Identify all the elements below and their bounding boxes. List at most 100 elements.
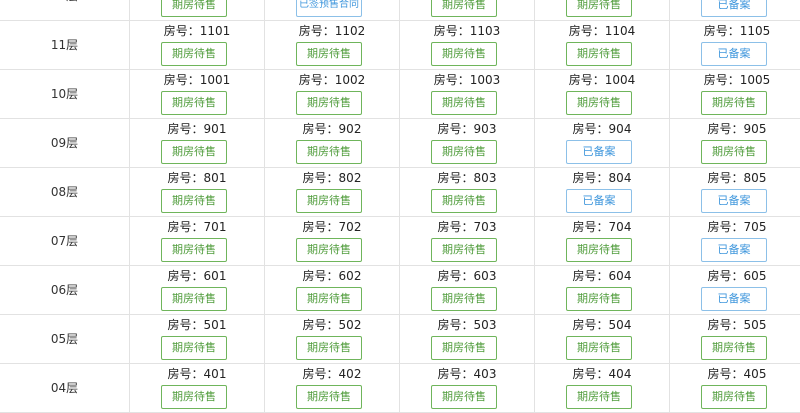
room-number-value: 1001: [199, 73, 231, 87]
status-button-presale[interactable]: 期房待售: [566, 385, 632, 409]
room-number-value: 802: [338, 171, 362, 185]
status-button-presale[interactable]: 期房待售: [431, 0, 497, 17]
room-number-prefix: 房号：: [302, 269, 339, 283]
room-cell: 房号：503 期房待售: [400, 315, 535, 363]
room-number-value: 801: [203, 171, 227, 185]
room-number-label: 房号：702: [265, 219, 399, 235]
room-number-label: 房号：405: [670, 366, 800, 382]
room-cell: 房号：702 期房待售: [265, 217, 400, 265]
room-number-prefix: 房号：: [302, 122, 339, 136]
status-button-presale[interactable]: 期房待售: [296, 287, 362, 311]
floor-row: 04层 房号：401 期房待售 房号：402 期房待售 房号：403 期房待售 房号：404 期…: [0, 364, 800, 413]
room-number-prefix: 房号：: [167, 122, 204, 136]
room-number-label: 房号：603: [400, 268, 534, 284]
status-button-filed[interactable]: 已备案: [701, 42, 767, 66]
status-button-presale[interactable]: 期房待售: [296, 385, 362, 409]
status-button-presale[interactable]: 期房待售: [566, 42, 632, 66]
room-number-value: 705: [743, 220, 767, 234]
room-cell: 期房待售: [535, 0, 670, 20]
status-button-presale[interactable]: 期房待售: [566, 336, 632, 360]
status-button-presale[interactable]: 期房待售: [431, 287, 497, 311]
room-cell: 房号：1101 期房待售: [130, 21, 265, 69]
floor-row: 07层 房号：701 期房待售 房号：702 期房待售 房号：703 期房待售 房号：704 期…: [0, 217, 800, 266]
room-number-value: 904: [608, 122, 632, 136]
status-button-presale[interactable]: 期房待售: [296, 189, 362, 213]
room-number-prefix: 房号：: [572, 122, 609, 136]
status-button-presale[interactable]: 期房待售: [566, 91, 632, 115]
status-button-presale[interactable]: 期房待售: [161, 91, 227, 115]
room-number-value: 704: [608, 220, 632, 234]
room-number-value: 605: [743, 269, 767, 283]
status-button-presale[interactable]: 期房待售: [296, 238, 362, 262]
floor-row: 11层 房号：1101 期房待售 房号：1102 期房待售 房号：1103 期房待售 房号：1…: [0, 21, 800, 70]
room-cell: 期房待售: [400, 0, 535, 20]
room-number-value: 1004: [604, 73, 636, 87]
status-button-presale[interactable]: 期房待售: [431, 385, 497, 409]
room-number-label: 房号：504: [535, 317, 669, 333]
status-button-presale[interactable]: 期房待售: [431, 189, 497, 213]
status-button-filed[interactable]: 已备案: [566, 140, 632, 164]
status-button-presale[interactable]: 期房待售: [431, 238, 497, 262]
room-number-value: 1102: [334, 24, 366, 38]
status-button-filed[interactable]: 已备案: [701, 189, 767, 213]
room-cell: 房号：605 已备案: [670, 266, 800, 314]
room-number-label: 房号：403: [400, 366, 534, 382]
status-button-presale[interactable]: 期房待售: [161, 336, 227, 360]
status-button-presale[interactable]: 期房待售: [161, 42, 227, 66]
status-button-presale[interactable]: 期房待售: [296, 91, 362, 115]
status-button-presale[interactable]: 期房待售: [701, 385, 767, 409]
room-number-prefix: 房号：: [437, 122, 474, 136]
status-button-presale[interactable]: 期房待售: [566, 0, 632, 17]
room-number-prefix: 房号：: [572, 269, 609, 283]
floor-label: 08层: [0, 168, 130, 216]
status-button-presale[interactable]: 期房待售: [566, 238, 632, 262]
room-number-label: 房号：1005: [670, 72, 800, 88]
room-number-value: 804: [608, 171, 632, 185]
floor-row: 06层 房号：601 期房待售 房号：602 期房待售 房号：603 期房待售 房号：604 期…: [0, 266, 800, 315]
room-number-label: 房号：602: [265, 268, 399, 284]
status-button-filed[interactable]: 已备案: [701, 287, 767, 311]
room-cell: 房号：1003 期房待售: [400, 70, 535, 118]
room-number-label: 房号：902: [265, 121, 399, 137]
status-button-presale[interactable]: 期房待售: [296, 42, 362, 66]
room-number-prefix: 房号：: [437, 367, 474, 381]
room-number-value: 902: [338, 122, 362, 136]
status-button-presale[interactable]: 期房待售: [566, 287, 632, 311]
status-button-presale[interactable]: 期房待售: [296, 336, 362, 360]
room-cell: 已备案: [670, 0, 800, 20]
floor-label: 11层: [0, 21, 130, 69]
status-button-presale[interactable]: 期房待售: [161, 287, 227, 311]
room-cell: 房号：501 期房待售: [130, 315, 265, 363]
status-button-presale[interactable]: 期房待售: [701, 336, 767, 360]
status-button-presale[interactable]: 期房待售: [161, 0, 227, 17]
status-button-presale[interactable]: 期房待售: [161, 140, 227, 164]
status-button-presale[interactable]: 期房待售: [161, 238, 227, 262]
status-button-presale[interactable]: 期房待售: [431, 42, 497, 66]
status-button-presale[interactable]: 期房待售: [431, 140, 497, 164]
room-cell: 房号：703 期房待售: [400, 217, 535, 265]
room-number-value: 504: [608, 318, 632, 332]
room-cell: 房号：603 期房待售: [400, 266, 535, 314]
room-cell: 房号：801 期房待售: [130, 168, 265, 216]
room-number-prefix: 房号：: [437, 318, 474, 332]
room-number-value: 803: [473, 171, 497, 185]
room-number-label: 房号：1002: [265, 72, 399, 88]
status-button-presale[interactable]: 期房待售: [296, 140, 362, 164]
room-number-value: 402: [338, 367, 362, 381]
status-button-presale[interactable]: 期房待售: [431, 336, 497, 360]
status-button-filed[interactable]: 已备案: [701, 238, 767, 262]
status-button-presale[interactable]: 期房待售: [161, 385, 227, 409]
status-button-filed[interactable]: 已备案: [566, 189, 632, 213]
status-button-filed[interactable]: 已备案: [701, 0, 767, 17]
status-button-presale[interactable]: 期房待售: [161, 189, 227, 213]
room-cell: 房号：802 期房待售: [265, 168, 400, 216]
status-button-presale[interactable]: 期房待售: [431, 91, 497, 115]
room-number-label: 房号：801: [130, 170, 264, 186]
room-number-label: 房号：802: [265, 170, 399, 186]
status-button-presale[interactable]: 期房待售: [701, 140, 767, 164]
room-number-label: 房号：1004: [535, 72, 669, 88]
status-button-contract[interactable]: 已签预售合同: [296, 0, 362, 17]
room-cell: 房号：1105 已备案: [670, 21, 800, 69]
status-button-presale[interactable]: 期房待售: [701, 91, 767, 115]
room-number-label: 房号：903: [400, 121, 534, 137]
